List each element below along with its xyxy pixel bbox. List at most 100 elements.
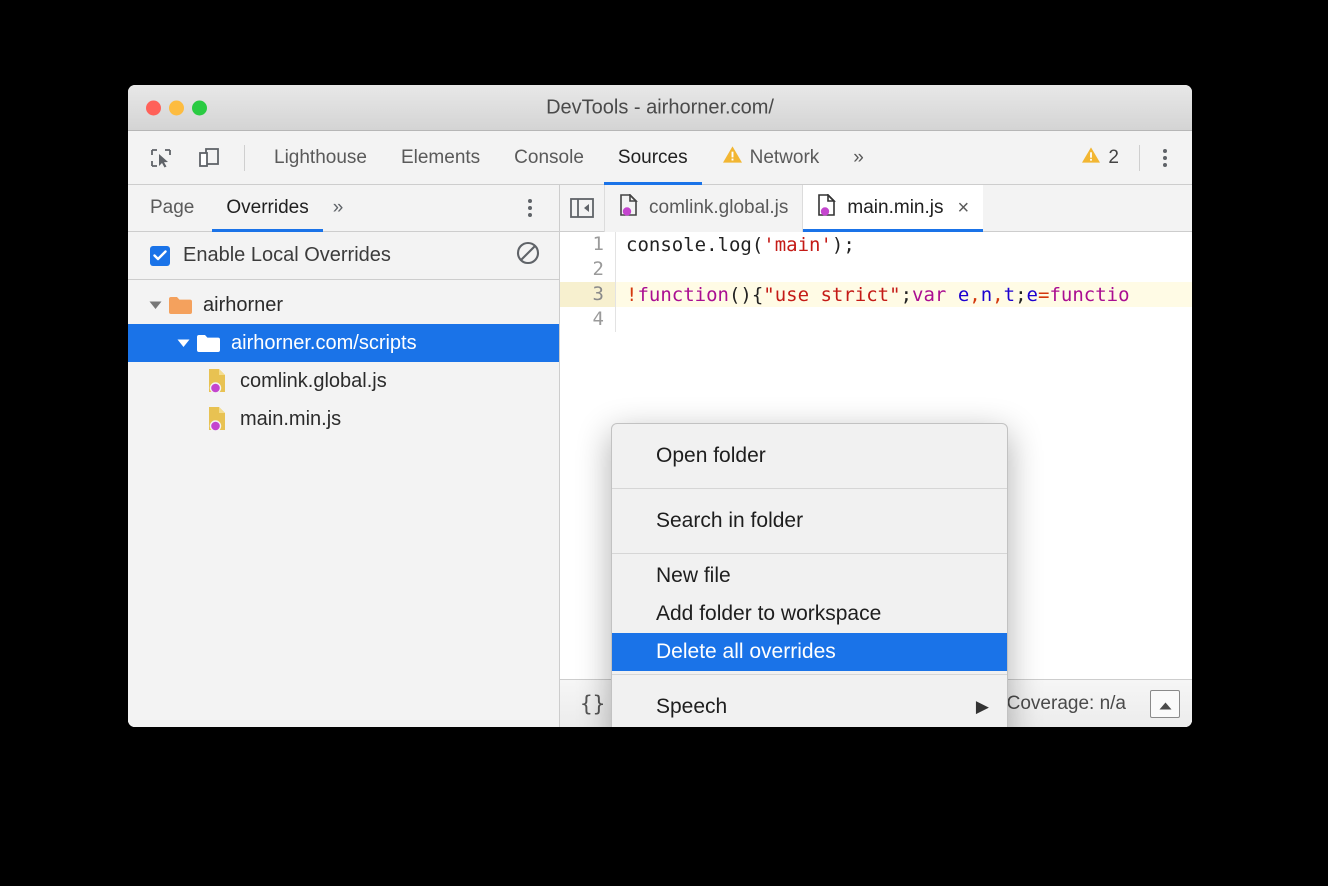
tree-row-label: comlink.global.js (240, 370, 387, 393)
kebab-menu-icon[interactable] (1150, 141, 1180, 175)
navigator-tabbar: Page Overrides » (128, 185, 559, 232)
chevron-down-icon[interactable] (170, 338, 196, 348)
code-token: ; (901, 284, 912, 306)
toolbar-divider (244, 145, 245, 171)
inspect-element-icon[interactable] (142, 141, 180, 175)
more-navigator-tabs-button[interactable]: » (325, 197, 352, 219)
chevron-down-icon[interactable] (142, 300, 168, 310)
menu-item-label: Speech (656, 695, 727, 719)
menu-item-label: Search in folder (656, 509, 803, 533)
tree-row-airhorner-com-scripts[interactable]: airhorner.com/scripts (128, 324, 559, 362)
folder-orange-icon (168, 295, 193, 315)
menu-separator (612, 674, 1007, 675)
code-line: 3 !function(){"use strict";var e,n,t;e=f… (560, 282, 1192, 307)
warning-triangle-icon (722, 145, 743, 170)
editor-tab-main-min-js[interactable]: main.min.js × (802, 185, 983, 232)
tree-row-comlink-global-js[interactable]: comlink.global.js (128, 362, 559, 400)
sidebar-tab-overrides[interactable]: Overrides (210, 185, 324, 232)
tab-sources[interactable]: Sources (601, 131, 705, 185)
coverage-label: Coverage: n/a (1007, 693, 1126, 715)
sources-navigator-sidebar: Page Overrides » Enable Local Overrides (128, 185, 560, 727)
window-titlebar: DevTools - airhorner.com/ (128, 85, 1192, 131)
menu-separator (612, 488, 1007, 489)
tab-console[interactable]: Console (497, 131, 601, 185)
tab-lighthouse[interactable]: Lighthouse (257, 131, 384, 185)
menu-item-speech[interactable]: Speech ▶ (612, 678, 1007, 727)
tab-label: Network (750, 147, 820, 169)
menu-separator (612, 553, 1007, 554)
devtools-window: DevTools - airhorner.com/ Lighthouse Ele… (128, 85, 1192, 727)
menu-item-label: New file (656, 564, 731, 588)
close-icon[interactable]: × (957, 198, 969, 218)
tab-label: Sources (618, 147, 688, 169)
line-content: console.log('main'); (616, 234, 855, 256)
tree-row-label: main.min.js (240, 408, 341, 431)
editor-tabbar: comlink.global.js main.min.js × (560, 185, 1192, 232)
folder-white-icon (196, 333, 221, 353)
window-title: DevTools - airhorner.com/ (128, 96, 1192, 119)
code-token: e (1027, 284, 1038, 306)
line-number: 4 (560, 307, 616, 332)
line-number: 1 (560, 232, 616, 257)
tree-row-airhorner[interactable]: airhorner (128, 286, 559, 324)
overrides-file-tree: airhorner airhorner.com/scripts (128, 280, 559, 727)
more-panels-button[interactable]: » (836, 131, 881, 185)
show-navigator-icon[interactable] (560, 185, 604, 232)
context-menu: Open folder Search in folder New file Ad… (611, 423, 1008, 727)
submenu-arrow-icon: ▶ (976, 697, 989, 717)
clear-configuration-icon[interactable] (515, 240, 541, 271)
triangle-up-glyph (1159, 694, 1172, 716)
js-file-override-icon (206, 406, 230, 432)
code-token: "use strict" (763, 284, 900, 306)
code-token: n (981, 284, 992, 306)
menu-item-new-file[interactable]: New file (612, 557, 1007, 595)
editor-tab-comlink-global-js[interactable]: comlink.global.js (604, 185, 802, 232)
code-token: functio (1049, 284, 1129, 306)
sidebar-tab-page[interactable]: Page (134, 185, 210, 232)
tab-network[interactable]: Network (705, 131, 837, 185)
device-toolbar-icon[interactable] (190, 141, 228, 175)
editor-tab-label: main.min.js (847, 197, 943, 219)
menu-item-label: Open folder (656, 444, 766, 468)
menu-item-add-folder-to-workspace[interactable]: Add folder to workspace (612, 595, 1007, 633)
enable-local-overrides-label: Enable Local Overrides (183, 244, 391, 267)
tree-row-label: airhorner (203, 294, 283, 317)
js-file-override-icon (619, 194, 640, 223)
menu-item-open-folder[interactable]: Open folder (612, 427, 1007, 485)
show-drawer-icon[interactable] (1150, 690, 1180, 718)
code-token (946, 284, 957, 306)
tree-row-label: airhorner.com/scripts (231, 332, 417, 355)
enable-local-overrides-row[interactable]: Enable Local Overrides (128, 232, 559, 280)
panel-tabbar-right: 2 (1071, 141, 1192, 175)
warning-triangle-icon (1081, 146, 1101, 170)
tree-row-main-min-js[interactable]: main.min.js (128, 400, 559, 438)
code-token: 'main' (763, 234, 832, 256)
tab-elements[interactable]: Elements (384, 131, 497, 185)
code-token: = (1038, 284, 1049, 306)
pretty-print-icon[interactable]: {} (580, 692, 605, 716)
editor-tab-label: comlink.global.js (649, 197, 788, 219)
menu-item-delete-all-overrides[interactable]: Delete all overrides (612, 633, 1007, 671)
code-token: , (969, 284, 980, 306)
code-token: ; (1015, 284, 1026, 306)
tab-label: Elements (401, 147, 480, 169)
sidebar-tab-label: Overrides (226, 197, 308, 219)
sidebar-tab-label: Page (150, 197, 194, 219)
code-line: 2 (560, 257, 1192, 282)
menu-item-label: Delete all overrides (656, 640, 836, 664)
menu-item-label: Add folder to workspace (656, 602, 881, 626)
code-token: , (992, 284, 1003, 306)
warning-count-badge[interactable]: 2 (1071, 146, 1129, 170)
navigator-more-options-icon[interactable] (515, 191, 545, 225)
code-token: t (1004, 284, 1015, 306)
code-token: (){ (729, 284, 763, 306)
code-token: var (912, 284, 946, 306)
enable-local-overrides-checkbox[interactable] (150, 246, 170, 266)
code-token: ); (832, 234, 855, 256)
code-token: console.log( (626, 234, 763, 256)
line-number: 3 (560, 282, 616, 307)
code-line: 4 (560, 307, 1192, 332)
code-token: e (958, 284, 969, 306)
warning-count-label: 2 (1108, 147, 1119, 169)
menu-item-search-in-folder[interactable]: Search in folder (612, 492, 1007, 550)
